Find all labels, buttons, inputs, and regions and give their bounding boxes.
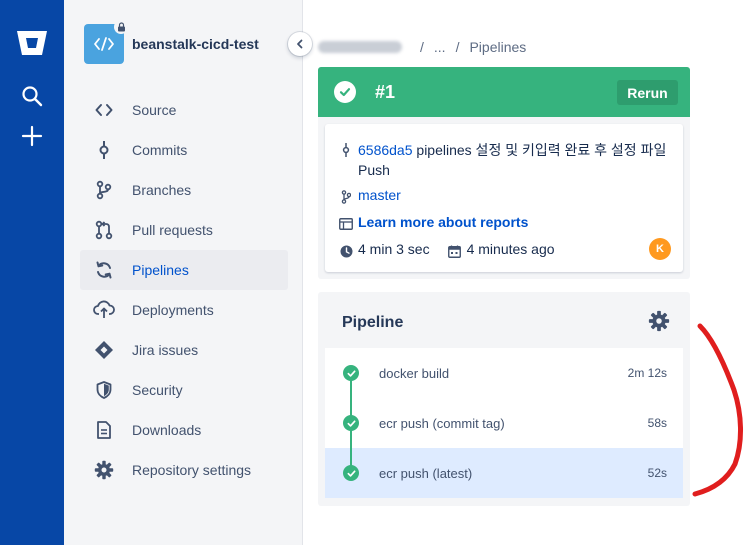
pipelines-icon [92, 258, 116, 282]
clock-icon [339, 243, 353, 259]
step-success-icon [343, 415, 359, 431]
breadcrumb-separator: / [455, 39, 460, 55]
sidebar-item-label: Repository settings [132, 462, 252, 478]
sidebar-item-label: Source [132, 102, 177, 118]
step-success-icon [343, 365, 359, 381]
sidebar-item-commits[interactable]: Commits [80, 130, 288, 170]
lock-icon [114, 20, 128, 34]
sidebar-item-jira-issues[interactable]: Jira issues [80, 330, 288, 370]
cloud-upload-icon [92, 298, 116, 322]
reports-icon [339, 216, 353, 232]
sidebar-item-deployments[interactable]: Deployments [80, 290, 288, 330]
sidebar-nav: Source Commits Branches Pull requests Pi… [80, 90, 288, 490]
sidebar-item-label: Branches [132, 182, 192, 198]
step-name: ecr push (commit tag) [379, 415, 505, 431]
sidebar-item-source[interactable]: Source [80, 90, 288, 130]
branch-icon [339, 189, 353, 205]
sidebar-item-label: Deployments [132, 302, 214, 318]
plus-icon[interactable] [20, 124, 44, 148]
commit-hash-link[interactable]: 6586da5 [358, 142, 413, 158]
author-avatar[interactable]: K [649, 238, 671, 260]
breadcrumb-ellipsis[interactable]: ... [434, 39, 446, 55]
reports-row: Learn more about reports [339, 214, 528, 232]
pipeline-result-card: #1 Rerun 6586da5 pipelines 설정 및 키입력 완료 후… [318, 67, 690, 279]
sidebar-item-label: Downloads [132, 422, 202, 438]
time-ago-text: 4 minutes ago [466, 241, 555, 257]
calendar-icon [448, 243, 462, 259]
step-duration: 52s [647, 466, 667, 480]
build-number: #1 [375, 81, 396, 102]
sidebar-item-label: Pipelines [132, 262, 189, 278]
success-check-icon [334, 81, 356, 103]
sidebar-item-repository-settings[interactable]: Repository settings [80, 450, 288, 490]
branch-icon [92, 178, 116, 202]
breadcrumb-redacted[interactable] [318, 41, 402, 53]
breadcrumb-separator: / [420, 39, 424, 55]
pull-request-icon [92, 218, 116, 242]
step-success-icon [343, 465, 359, 481]
result-details: 6586da5 pipelines 설정 및 키입력 완료 후 설정 파일 Pu… [325, 124, 683, 272]
pipeline-steps-list: docker build 2m 12s ecr push (commit tag… [325, 348, 683, 498]
result-header: #1 Rerun [318, 67, 690, 117]
branch-row: master [339, 187, 401, 205]
sidebar-item-label: Security [132, 382, 183, 398]
jira-icon [92, 338, 116, 362]
commit-icon [339, 142, 353, 158]
sidebar-item-label: Commits [132, 142, 188, 158]
document-icon [92, 418, 116, 442]
shield-icon [92, 378, 116, 402]
sidebar-item-branches[interactable]: Branches [80, 170, 288, 210]
gear-icon [92, 458, 116, 482]
sidebar: beanstalk-cicd-test Source Commits Branc… [64, 0, 303, 545]
commit-icon [92, 138, 116, 162]
step-duration: 58s [647, 416, 667, 430]
breadcrumb: / ... / Pipelines [318, 38, 526, 56]
search-icon[interactable] [20, 84, 44, 108]
duration-text: 4 min 3 sec [358, 241, 430, 257]
sidebar-item-security[interactable]: Security [80, 370, 288, 410]
breadcrumb-current[interactable]: Pipelines [469, 39, 526, 55]
chevron-left-icon [297, 39, 303, 49]
repo-avatar [84, 20, 128, 64]
global-nav [0, 0, 64, 545]
learn-more-reports-link[interactable]: Learn more about reports [358, 214, 528, 230]
commit-row: 6586da5 pipelines 설정 및 키입력 완료 후 설정 파일 Pu… [339, 140, 670, 180]
bitbucket-logo-icon[interactable] [15, 28, 49, 58]
pipeline-step[interactable]: ecr push (commit tag) 58s [325, 398, 683, 448]
sidebar-item-label: Pull requests [132, 222, 213, 238]
pipeline-title: Pipeline [342, 314, 404, 331]
code-icon [94, 37, 114, 51]
repo-header[interactable]: beanstalk-cicd-test [84, 20, 259, 64]
pipeline-settings-gear-icon[interactable] [648, 310, 670, 332]
step-name: ecr push (latest) [379, 465, 473, 481]
pipeline-step[interactable]: docker build 2m 12s [325, 348, 683, 398]
sidebar-item-downloads[interactable]: Downloads [80, 410, 288, 450]
pipeline-step-selected[interactable]: ecr push (latest) 52s [325, 448, 683, 498]
source-code-icon [92, 98, 116, 122]
sidebar-item-pipelines[interactable]: Pipelines [80, 250, 288, 290]
collapse-sidebar-button[interactable] [288, 32, 312, 56]
commit-message-block: 6586da5 pipelines 설정 및 키입력 완료 후 설정 파일 Pu… [358, 140, 670, 180]
step-name: docker build [379, 365, 450, 381]
main-content: / ... / Pipelines #1 Rerun 6586da5 pipel… [304, 0, 749, 545]
step-duration: 2m 12s [627, 366, 667, 380]
repo-name: beanstalk-cicd-test [132, 36, 259, 52]
sidebar-item-label: Jira issues [132, 342, 199, 358]
sidebar-item-pull-requests[interactable]: Pull requests [80, 210, 288, 250]
red-annotation-mark [692, 323, 744, 497]
branch-link[interactable]: master [358, 187, 401, 203]
rerun-button[interactable]: Rerun [617, 80, 678, 105]
pipeline-steps-card: Pipeline docker build 2m 12s ecr push (c… [318, 292, 690, 506]
timing-row: 4 min 3 sec 4 minutes ago [339, 241, 555, 259]
